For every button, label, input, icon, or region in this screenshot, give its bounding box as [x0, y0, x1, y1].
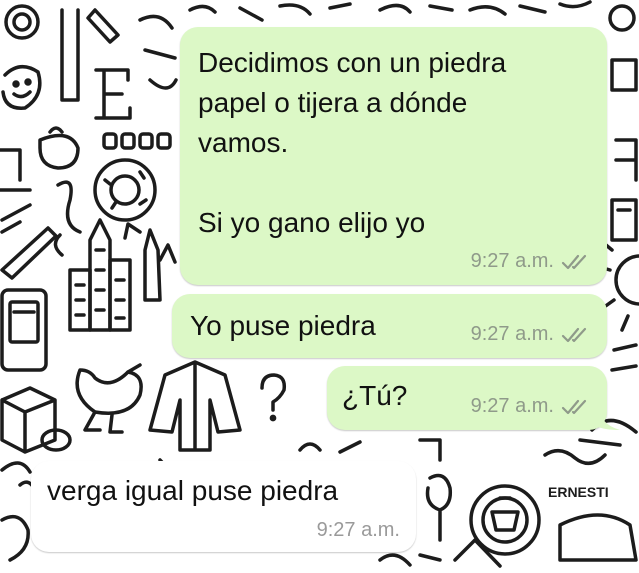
double-check-icon — [561, 327, 587, 342]
knife-doodle-icon — [0, 226, 58, 280]
message-meta: 9:27 a.m. — [317, 519, 400, 542]
pencil-doodle-icon — [86, 8, 120, 44]
bird-doodle-icon — [75, 363, 143, 434]
message-meta: 9:27 a.m. — [471, 323, 589, 346]
spiral-doodle-icon — [4, 4, 40, 40]
svg-text:ERNESTI: ERNESTI — [548, 484, 609, 500]
outgoing-message-bubble[interactable]: Yo puse piedra 9:27 a.m. — [172, 294, 607, 358]
message-text: ¿Tú? — [342, 380, 408, 411]
outgoing-message-bubble[interactable]: ¿Tú? 9:27 a.m. — [327, 366, 607, 430]
message-timestamp: 9:27 a.m. — [470, 395, 554, 417]
message-text: Decidimos con un piedra papel o tijera a… — [198, 47, 507, 238]
box-doodle-icon — [0, 386, 57, 454]
incoming-message-bubble[interactable]: verga igual puse piedra 9:27 a.m. — [31, 461, 416, 552]
letter-e-doodle-icon — [94, 68, 132, 120]
message-timestamp: 9:27 a.m. — [470, 323, 554, 345]
coat-doodle-icon — [148, 360, 242, 452]
message-text: Yo puse piedra — [190, 310, 376, 341]
cup-doodle-icon — [38, 126, 80, 170]
donut-doodle-icon — [93, 158, 157, 222]
message-timestamp: 9:27 a.m. — [316, 519, 400, 541]
smiley-doodle-icon — [1, 65, 42, 110]
double-check-icon — [561, 399, 587, 414]
phone-doodle-icon — [0, 288, 48, 372]
message-text: verga igual puse piedra — [47, 475, 339, 506]
city-buildings-doodle-icon — [68, 218, 132, 332]
outgoing-message-bubble[interactable]: Decidimos con un piedra papel o tijera a… — [180, 27, 607, 285]
double-check-icon — [561, 254, 587, 269]
soccer-ball-doodle-icon — [469, 484, 541, 556]
bubble-tail — [596, 400, 620, 430]
message-meta: 9:27 a.m. — [471, 395, 589, 418]
message-timestamp: 9:27 a.m. — [470, 250, 554, 272]
message-meta: 9:27 a.m. — [471, 250, 589, 273]
